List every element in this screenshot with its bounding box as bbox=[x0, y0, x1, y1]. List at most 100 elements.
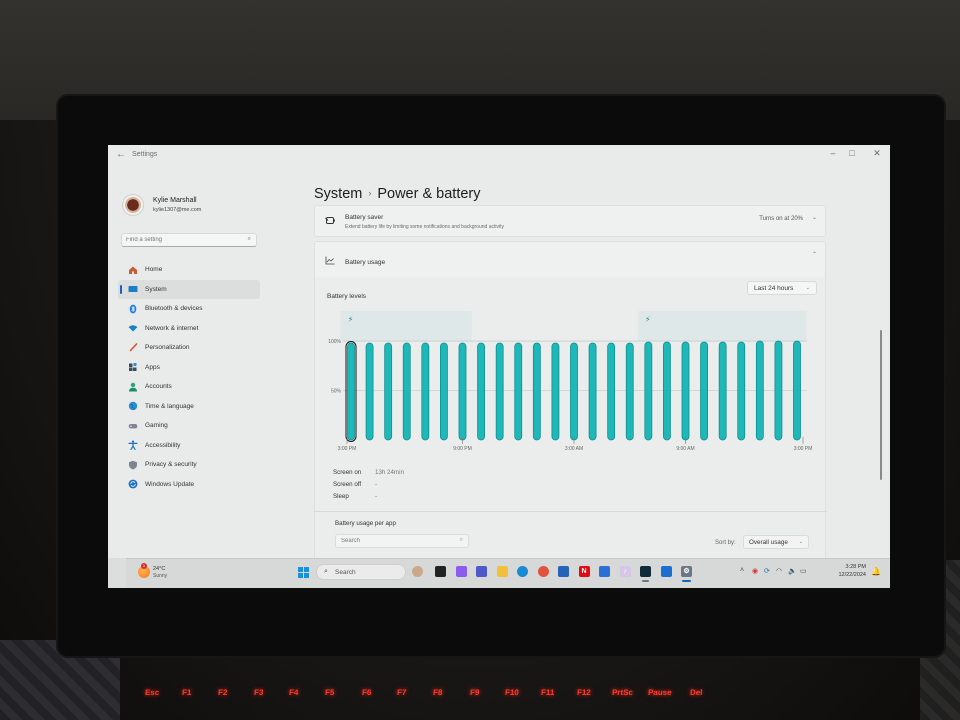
battery-bar[interactable] bbox=[774, 340, 783, 441]
sidebar-item-home[interactable]: Home bbox=[118, 260, 260, 280]
battery-bar[interactable] bbox=[365, 342, 374, 441]
battery-levels-title: Battery levels bbox=[327, 293, 367, 300]
page-title: Power & battery bbox=[377, 186, 481, 202]
system-icon bbox=[128, 284, 138, 294]
key-f4: F4 bbox=[288, 688, 299, 697]
sidebar-item-bluetooth[interactable]: Bluetooth & devices bbox=[118, 299, 260, 319]
clock-date[interactable]: 12/22/2024 bbox=[826, 572, 866, 578]
netflix-icon[interactable]: N bbox=[578, 566, 590, 577]
copilot-icon[interactable] bbox=[455, 566, 467, 577]
chevron-up-icon[interactable]: ⌃ bbox=[812, 251, 817, 258]
battery-bar[interactable] bbox=[477, 342, 485, 441]
per-app-search-input[interactable] bbox=[341, 538, 451, 544]
x-tick-label: 3:00 PM bbox=[794, 446, 813, 452]
stat-row: Screen off - bbox=[333, 481, 404, 493]
folder-icon[interactable] bbox=[496, 566, 508, 577]
battery-bar[interactable] bbox=[663, 341, 671, 441]
battery-bar[interactable] bbox=[347, 342, 355, 441]
profile-name: Kylie Marshall bbox=[153, 197, 197, 204]
battery-bar[interactable] bbox=[570, 342, 578, 441]
sidebar-item-time-language[interactable]: Time & language bbox=[118, 397, 260, 417]
sidebar-item-accessibility[interactable]: Accessibility bbox=[118, 436, 260, 456]
battery-bar[interactable] bbox=[588, 342, 597, 441]
weather-condition[interactable]: Sunny bbox=[153, 573, 167, 579]
sidebar-item-windows-update[interactable]: Windows Update bbox=[118, 475, 260, 495]
search-icon: ⌕ bbox=[247, 236, 251, 242]
screen-time-stats: Screen on 13h 24min Screen off - Sleep - bbox=[333, 469, 404, 505]
minimize-button[interactable]: – bbox=[826, 148, 840, 158]
gear-icon[interactable]: ⚙ bbox=[681, 566, 692, 582]
avatar-icon[interactable] bbox=[412, 566, 423, 577]
battery-usage-per-app: Battery usage per app ⌕ Sort by: Overall… bbox=[315, 511, 827, 558]
battery-icon[interactable]: ▭ bbox=[800, 567, 807, 575]
battery-bar[interactable] bbox=[514, 342, 523, 441]
sort-by-dropdown[interactable]: Overall usage ⌄ bbox=[743, 535, 809, 549]
charging-period-band bbox=[638, 311, 807, 342]
battery-bar[interactable] bbox=[625, 342, 634, 441]
battery-bar[interactable] bbox=[421, 342, 430, 441]
bell-icon[interactable]: 🔔 bbox=[871, 567, 881, 576]
y-tick-label: 100% bbox=[328, 339, 341, 345]
sidebar-item-gaming[interactable]: Gaming bbox=[118, 416, 260, 436]
clock-time[interactable]: 3:28 PM bbox=[826, 564, 866, 570]
charging-icon: ⚡ bbox=[645, 315, 651, 324]
sidebar-item-personalization[interactable]: Personalization bbox=[118, 338, 260, 358]
key-f8: F8 bbox=[432, 688, 443, 697]
volume-icon[interactable]: 🔈 bbox=[788, 567, 797, 575]
maximize-button[interactable]: □ bbox=[845, 148, 859, 158]
weather-temp[interactable]: 24°C bbox=[153, 566, 165, 572]
close-button[interactable]: ✕ bbox=[870, 148, 884, 159]
time-range-dropdown[interactable]: Last 24 hours ⌄ bbox=[747, 281, 817, 295]
battery-bar[interactable] bbox=[532, 342, 541, 441]
sidebar-item-privacy[interactable]: Privacy & security bbox=[118, 455, 260, 475]
battery-bar[interactable] bbox=[737, 341, 746, 441]
battery-bar[interactable] bbox=[700, 341, 708, 441]
stat-value: - bbox=[375, 481, 378, 488]
wifi-tray-icon[interactable]: ◠ bbox=[776, 567, 782, 575]
accessibility-icon bbox=[128, 440, 138, 451]
disney-icon[interactable] bbox=[640, 566, 651, 582]
find-setting-input[interactable] bbox=[126, 237, 236, 243]
battery-bar[interactable] bbox=[402, 342, 411, 441]
sidebar-item-label: Time & language bbox=[145, 402, 194, 410]
store-icon[interactable] bbox=[558, 566, 569, 577]
music-icon[interactable]: ♪ bbox=[619, 566, 631, 577]
taskbar-search[interactable]: ⌕ Search bbox=[316, 564, 406, 580]
chevron-up-icon[interactable]: ˄ bbox=[740, 567, 744, 574]
max-icon[interactable] bbox=[660, 566, 672, 577]
paramount-icon[interactable] bbox=[599, 566, 610, 577]
battery-bar[interactable] bbox=[384, 342, 393, 441]
taskbar-search-label: Search bbox=[335, 569, 356, 576]
sidebar-item-system[interactable]: System bbox=[118, 279, 260, 299]
battery-saver-card[interactable]: Battery saver Extend battery life by lim… bbox=[314, 205, 826, 237]
chevron-down-icon[interactable]: ⌄ bbox=[812, 214, 817, 221]
sidebar-item-network[interactable]: Network & internet bbox=[118, 319, 260, 339]
scrollbar[interactable] bbox=[880, 330, 882, 480]
sidebar-item-accounts[interactable]: Accounts bbox=[118, 377, 260, 397]
find-setting-box[interactable]: ⌕ bbox=[121, 233, 257, 247]
shield-tray-icon[interactable]: ◉ bbox=[752, 567, 758, 575]
battery-bar[interactable] bbox=[718, 341, 727, 441]
edge-icon[interactable] bbox=[517, 566, 528, 577]
back-arrow-icon[interactable]: ← bbox=[116, 149, 126, 160]
profile-avatar[interactable] bbox=[122, 194, 144, 216]
shield-icon bbox=[128, 460, 138, 470]
battery-bar[interactable] bbox=[755, 340, 764, 441]
battery-bar[interactable] bbox=[458, 342, 467, 441]
chrome-icon[interactable] bbox=[537, 566, 549, 577]
sync-icon[interactable]: ⟳ bbox=[764, 567, 770, 575]
teams-icon[interactable] bbox=[476, 566, 487, 577]
battery-bar[interactable] bbox=[440, 342, 448, 441]
battery-bar[interactable] bbox=[681, 341, 690, 441]
battery-bar[interactable] bbox=[607, 342, 616, 441]
task-view-icon[interactable] bbox=[435, 566, 446, 577]
battery-bar[interactable] bbox=[495, 342, 504, 441]
battery-usage-header[interactable]: Battery usage ⌃ bbox=[314, 241, 826, 277]
battery-bar[interactable] bbox=[551, 342, 560, 441]
per-app-search-box[interactable]: ⌕ bbox=[335, 534, 469, 548]
breadcrumb-parent[interactable]: System bbox=[314, 186, 362, 202]
battery-bar[interactable] bbox=[793, 340, 801, 441]
sidebar-item-apps[interactable]: Apps bbox=[118, 358, 260, 378]
battery-bar[interactable] bbox=[644, 341, 653, 441]
start-button[interactable] bbox=[298, 567, 309, 578]
